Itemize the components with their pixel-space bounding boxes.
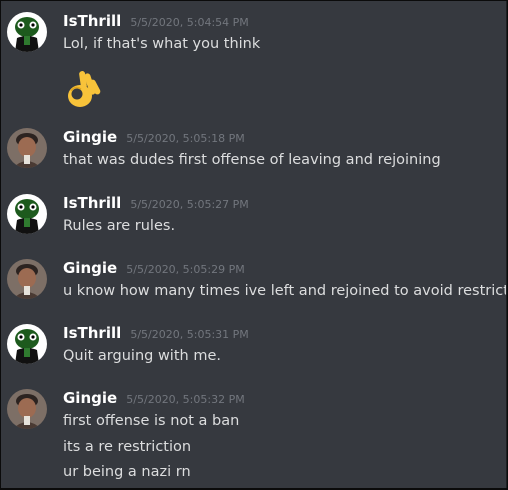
chat-message-list: IsThrill 5/5/2020, 5:04:54 PM Lol, if th… xyxy=(1,1,507,488)
timestamp: 5/5/2020, 5:05:27 PM xyxy=(130,198,249,211)
message-header: Gingie 5/5/2020, 5:05:32 PM xyxy=(63,388,245,410)
avatar[interactable] xyxy=(7,12,47,52)
username[interactable]: IsThrill xyxy=(63,12,121,30)
isthrill-avatar-icon xyxy=(7,12,47,52)
gingie-avatar-icon xyxy=(7,128,47,168)
message-text: u know how many times ive left and rejoi… xyxy=(63,283,507,299)
message-text: its a re restriction xyxy=(63,439,192,455)
isthrill-avatar-icon xyxy=(7,194,47,234)
username[interactable]: IsThrill xyxy=(63,194,121,212)
message-text: Lol, if that's what you think xyxy=(63,36,261,52)
username[interactable]: Gingie xyxy=(63,389,117,407)
username[interactable]: IsThrill xyxy=(63,324,121,342)
message-text: Rules are rules. xyxy=(63,218,176,234)
timestamp: 5/5/2020, 5:04:54 PM xyxy=(130,16,249,29)
message-text: that was dudes first offense of leaving … xyxy=(63,152,441,168)
timestamp: 5/5/2020, 5:05:29 PM xyxy=(126,263,245,276)
username[interactable]: Gingie xyxy=(63,259,117,277)
message-text: ur being a nazi rn xyxy=(63,464,191,480)
gingie-avatar-icon xyxy=(7,389,47,429)
message-header: IsThrill 5/5/2020, 5:04:54 PM xyxy=(63,11,249,33)
avatar[interactable] xyxy=(7,389,47,429)
avatar[interactable] xyxy=(7,259,47,299)
avatar[interactable] xyxy=(7,128,47,168)
message-header: IsThrill 5/5/2020, 5:05:31 PM xyxy=(63,323,249,345)
username[interactable]: Gingie xyxy=(63,128,117,146)
avatar[interactable] xyxy=(7,324,47,364)
message-text: first offense is not a ban xyxy=(63,413,240,429)
avatar[interactable] xyxy=(7,194,47,234)
timestamp: 5/5/2020, 5:05:31 PM xyxy=(130,328,249,341)
message-text: Quit arguing with me. xyxy=(63,348,221,364)
gingie-avatar-icon xyxy=(7,259,47,299)
message-header: Gingie 5/5/2020, 5:05:29 PM xyxy=(63,258,245,280)
isthrill-avatar-icon xyxy=(7,324,47,364)
timestamp: 5/5/2020, 5:05:32 PM xyxy=(126,393,245,406)
timestamp: 5/5/2020, 5:05:18 PM xyxy=(126,132,245,145)
ok-hand-emoji-icon xyxy=(65,69,103,113)
message-header: Gingie 5/5/2020, 5:05:18 PM xyxy=(63,127,245,149)
message-header: IsThrill 5/5/2020, 5:05:27 PM xyxy=(63,193,249,215)
